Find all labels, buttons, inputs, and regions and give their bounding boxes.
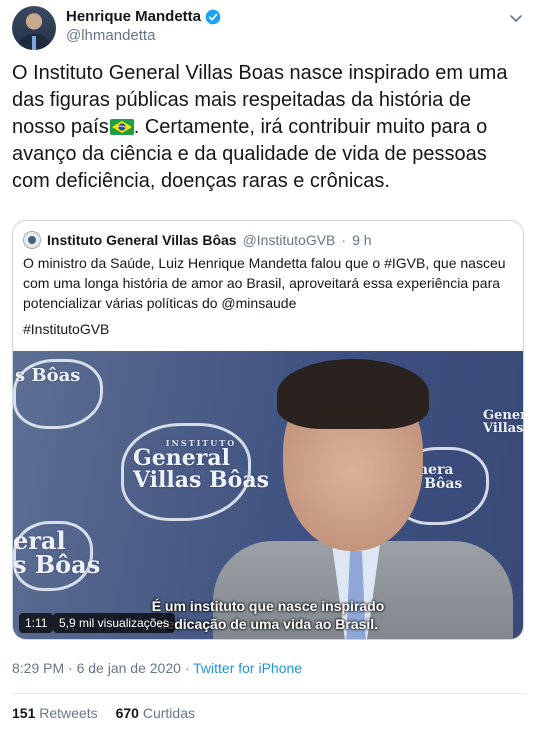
video-views: 5,9 mil visualizações bbox=[53, 613, 176, 633]
likes-count: 670 bbox=[115, 705, 139, 721]
likes-stat[interactable]: 670 Curtidas bbox=[116, 705, 195, 721]
tweet-text: O Instituto General Villas Boas nasce in… bbox=[12, 60, 524, 195]
quoted-avatar[interactable] bbox=[23, 231, 41, 249]
author-name-row: Henrique Mandetta bbox=[66, 8, 221, 25]
quoted-hashtag[interactable]: #InstitutoGVB bbox=[23, 321, 109, 337]
backdrop-logo-partial: s Bôas bbox=[15, 365, 81, 386]
tweet-meta: 8:29 PM · 6 de jan de 2020 · Twitter for… bbox=[12, 660, 302, 676]
tweet-date[interactable]: 6 de jan de 2020 bbox=[77, 660, 181, 676]
likes-label: Curtidas bbox=[142, 705, 195, 721]
quoted-tweet[interactable]: Instituto General Villas Bôas @Instituto… bbox=[12, 220, 524, 640]
backdrop-logo-small: INSTITUTO bbox=[165, 438, 237, 448]
video-player[interactable]: s Bôas INSTITUTO General Villas Bôas era… bbox=[13, 351, 523, 639]
backdrop-logo-partial: eral s Bôas bbox=[13, 529, 100, 577]
quoted-time[interactable]: 9 h bbox=[352, 232, 371, 248]
tweet: Henrique Mandetta @lhmandetta O Institut… bbox=[0, 0, 538, 732]
backdrop-logo-big2: Villas Bôas bbox=[133, 467, 269, 493]
quoted-tweet-text: O ministro da Saúde, Luiz Henrique Mande… bbox=[23, 255, 506, 311]
backdrop-logo-main: INSTITUTO General Villas Bôas bbox=[133, 439, 269, 491]
retweets-label: Retweets bbox=[39, 705, 98, 721]
quoted-handle[interactable]: @InstitutoGVB bbox=[243, 232, 336, 248]
retweets-count: 151 bbox=[12, 705, 36, 721]
divider bbox=[12, 693, 526, 694]
quoted-tweet-header: Instituto General Villas Bôas @Instituto… bbox=[23, 231, 372, 249]
quoted-display-name[interactable]: Instituto General Villas Bôas bbox=[47, 232, 237, 248]
verified-badge-icon bbox=[205, 9, 221, 24]
meta-separator: · bbox=[184, 660, 190, 676]
meta-separator: · bbox=[68, 660, 73, 676]
brazil-flag-icon bbox=[109, 119, 134, 135]
tweet-source-link[interactable]: Twitter for iPhone bbox=[193, 660, 302, 676]
speaker-hair bbox=[277, 359, 429, 429]
backdrop-logo-edge: Genera VillasB bbox=[483, 409, 523, 435]
chevron-down-icon[interactable] bbox=[508, 10, 524, 26]
backdrop-logo-partial-line2: s Bôas bbox=[13, 550, 101, 579]
avatar-tie bbox=[32, 36, 36, 50]
backdrop-logo-big1: General bbox=[133, 445, 230, 471]
backdrop-logo-edge-line2: VillasB bbox=[483, 421, 523, 436]
tweet-stats: 151 Retweets 670 Curtidas bbox=[12, 705, 195, 721]
video-duration: 1:11 bbox=[19, 613, 54, 633]
quoted-separator: · bbox=[341, 232, 347, 248]
tweet-time[interactable]: 8:29 PM bbox=[12, 660, 64, 676]
author-handle[interactable]: @lhmandetta bbox=[66, 27, 155, 44]
author-display-name[interactable]: Henrique Mandetta bbox=[66, 8, 201, 25]
author-avatar[interactable] bbox=[12, 6, 56, 50]
retweets-stat[interactable]: 151 Retweets bbox=[12, 705, 98, 721]
